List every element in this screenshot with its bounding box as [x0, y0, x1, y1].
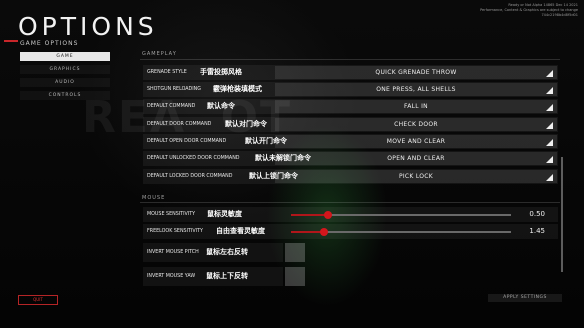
setting-label: MOUSE SENSITIVITY [147, 212, 196, 217]
setting-label-cn: 默认对门命令 [225, 120, 267, 128]
slider-value: 1.45 [529, 227, 545, 235]
setting-row-shotgun-reloading: SHOTGUN RELOADING 霰弹枪装填模式 ONE PRESS, ALL… [143, 82, 558, 97]
dropdown-arrow-icon [546, 70, 553, 77]
settings-scrollbar[interactable] [561, 157, 563, 272]
dropdown-value: FALL IN [404, 103, 428, 110]
setting-row-invert-mouse-pitch: INVERT MOUSE PITCH 鼠标左右反转 [143, 243, 283, 262]
default-locked-door-command-dropdown[interactable]: PICK LOCK [275, 170, 557, 183]
section-divider [140, 202, 560, 203]
setting-row-invert-mouse-yaw: INVERT MOUSE YAW 鼠标上下反转 [143, 267, 283, 286]
dropdown-arrow-icon [546, 87, 553, 94]
dropdown-arrow-icon [546, 139, 553, 146]
gameplay-section-title: GAMEPLAY [142, 51, 177, 57]
dropdown-value: CHECK DOOR [394, 121, 438, 128]
dropdown-arrow-icon [546, 174, 553, 181]
mouse-sensitivity-slider[interactable] [291, 211, 511, 219]
tab-graphics[interactable]: GRAPHICS [20, 65, 110, 74]
dropdown-value: MOVE AND CLEAR [386, 138, 446, 145]
setting-label: DEFAULT OPEN DOOR COMMAND [147, 139, 227, 144]
setting-label-cn: 鼠标灵敏度 [207, 210, 242, 218]
shotgun-reloading-dropdown[interactable]: ONE PRESS, ALL SHELLS [275, 83, 557, 96]
dropdown-arrow-icon [546, 156, 553, 163]
setting-label: GRENADE STYLE [147, 70, 187, 75]
setting-row-default-locked-door-command: DEFAULT LOCKED DOOR COMMAND 默认上锁门命令 PICK… [143, 169, 558, 184]
setting-label-cn: 手雷投掷风格 [200, 68, 242, 76]
slider-fill [291, 214, 329, 216]
slider-value: 0.50 [529, 210, 545, 218]
setting-label: SHOTGUN RELOADING [147, 87, 201, 92]
setting-label: INVERT MOUSE PITCH [147, 250, 199, 255]
setting-label: DEFAULT UNLOCKED DOOR COMMAND [147, 156, 240, 161]
tab-audio[interactable]: AUDIO [20, 78, 110, 87]
setting-row-grenade-style: GRENADE STYLE 手雷投掷风格 QUICK GRENADE THROW [143, 65, 558, 80]
slider-knob[interactable] [320, 228, 328, 236]
title-accent-bar [4, 40, 18, 42]
default-command-dropdown[interactable]: FALL IN [275, 100, 557, 113]
setting-label: DEFAULT COMMAND [147, 104, 196, 109]
invert-mouse-yaw-checkbox[interactable] [285, 267, 305, 286]
setting-row-default-command: DEFAULT COMMAND 默认命令 FALL IN [143, 99, 558, 114]
invert-mouse-pitch-checkbox[interactable] [285, 243, 305, 262]
setting-row-mouse-sensitivity: MOUSE SENSITIVITY 鼠标灵敏度 0.50 [143, 207, 558, 222]
tab-controls[interactable]: CONTROLS [20, 91, 110, 100]
quit-button[interactable]: QUIT [18, 295, 58, 305]
section-divider [140, 59, 560, 60]
default-unlocked-door-command-dropdown[interactable]: OPEN AND CLEAR [275, 152, 557, 165]
setting-row-default-open-door-command: DEFAULT OPEN DOOR COMMAND 默认开门命令 MOVE AN… [143, 134, 558, 149]
default-door-command-dropdown[interactable]: CHECK DOOR [275, 118, 557, 131]
setting-label-cn: 自由查看灵敏度 [216, 227, 265, 235]
freelook-sensitivity-slider[interactable] [291, 228, 511, 236]
setting-label-cn: 默认命令 [207, 102, 235, 110]
setting-label: DEFAULT DOOR COMMAND [147, 122, 212, 127]
dropdown-arrow-icon [546, 104, 553, 111]
page-title: OPTIONS [18, 12, 158, 41]
dropdown-value: ONE PRESS, ALL SHELLS [376, 86, 456, 93]
dropdown-arrow-icon [546, 122, 553, 129]
tab-game[interactable]: GAME [20, 52, 110, 61]
mouse-section-title: MOUSE [142, 195, 166, 201]
setting-row-default-door-command: DEFAULT DOOR COMMAND 默认对门命令 CHECK DOOR [143, 117, 558, 132]
dropdown-value: OPEN AND CLEAR [387, 155, 445, 162]
dropdown-value: QUICK GRENADE THROW [375, 69, 457, 76]
apply-settings-button[interactable]: APPLY SETTINGS [488, 294, 562, 302]
slider-knob[interactable] [324, 211, 333, 219]
version-line: 744c2198b4d8f5d01 [541, 13, 578, 17]
setting-label: INVERT MOUSE YAW [147, 274, 196, 279]
setting-label: DEFAULT LOCKED DOOR COMMAND [147, 174, 233, 179]
setting-row-default-unlocked-door-command: DEFAULT UNLOCKED DOOR COMMAND 默认未解锁门命令 O… [143, 151, 558, 166]
version-info: Ready or Not Alpha 14865 Dec 14 2021 Per… [438, 3, 578, 18]
setting-label-cn: 鼠标左右反转 [206, 248, 248, 256]
setting-label-cn: 霰弹枪装填模式 [213, 85, 262, 93]
dropdown-value: PICK LOCK [398, 173, 434, 180]
setting-row-freelook-sensitivity: FREELOOK SENSITIVITY 自由查看灵敏度 1.45 [143, 224, 558, 239]
default-open-door-command-dropdown[interactable]: MOVE AND CLEAR [275, 135, 557, 148]
page-subtitle: GAME OPTIONS [20, 40, 79, 47]
grenade-style-dropdown[interactable]: QUICK GRENADE THROW [275, 66, 557, 79]
setting-label-cn: 鼠标上下反转 [206, 272, 248, 280]
setting-label: FREELOOK SENSITIVITY [147, 229, 203, 234]
